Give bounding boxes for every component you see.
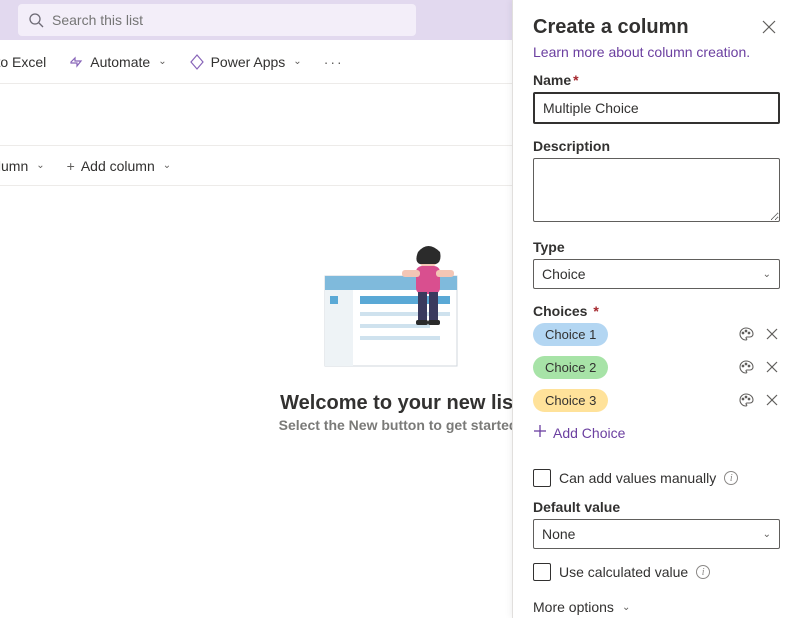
- type-select[interactable]: Choice ⌄: [533, 259, 780, 289]
- more-options-toggle[interactable]: More options ⌄: [533, 599, 630, 615]
- required-indicator: *: [573, 72, 578, 88]
- chevron-down-icon: ⌄: [622, 602, 630, 613]
- description-label: Description: [533, 138, 780, 154]
- palette-icon: [738, 392, 754, 410]
- choice-row: Choice 3: [533, 389, 780, 412]
- choice-remove-button[interactable]: [764, 324, 780, 346]
- empty-state-subtitle: Select the New button to get started.: [279, 417, 522, 433]
- choices-label: Choices *: [533, 303, 780, 319]
- more-options-label: More options: [533, 599, 614, 615]
- search-box[interactable]: [18, 4, 416, 36]
- chevron-down-icon: ⌄: [763, 529, 771, 540]
- add-choice-button[interactable]: Add Choice: [533, 424, 625, 441]
- close-icon: [766, 394, 778, 408]
- choice-row: Choice 2: [533, 356, 780, 379]
- search-input[interactable]: [44, 11, 406, 29]
- default-value-text: None: [542, 526, 575, 542]
- close-icon: [762, 21, 776, 37]
- empty-state-illustration: [320, 246, 480, 376]
- command-label: Automate: [90, 54, 150, 70]
- command-label: rt to Excel: [0, 54, 46, 70]
- close-panel-button[interactable]: [758, 16, 780, 40]
- search-icon: [28, 12, 44, 28]
- choice-chip[interactable]: Choice 2: [533, 356, 608, 379]
- type-label: Type: [533, 239, 780, 255]
- add-choice-label: Add Choice: [553, 425, 625, 441]
- choice-chip[interactable]: Choice 3: [533, 389, 608, 412]
- panel-title: Create a column: [533, 16, 689, 39]
- palette-icon: [738, 326, 754, 344]
- chevron-down-icon: ⌄: [36, 160, 44, 171]
- palette-icon: [738, 359, 754, 377]
- power-apps-button[interactable]: Power Apps ⌄: [187, 50, 304, 74]
- plus-icon: [533, 424, 547, 441]
- automate-button[interactable]: Automate ⌄: [66, 50, 168, 74]
- description-input[interactable]: [533, 158, 780, 222]
- empty-state-title: Welcome to your new list: [280, 392, 520, 415]
- choice-remove-button[interactable]: [764, 390, 780, 412]
- automate-icon: [68, 54, 84, 70]
- default-value-label: Default value: [533, 499, 780, 515]
- choice-color-button[interactable]: [736, 324, 756, 346]
- name-label: Name*: [533, 72, 780, 88]
- chevron-down-icon: ⌄: [763, 269, 771, 280]
- choice-row: Choice 1: [533, 323, 780, 346]
- name-input[interactable]: [533, 92, 780, 124]
- power-apps-icon: [189, 54, 205, 70]
- column-header[interactable]: Column ⌄: [0, 154, 47, 178]
- column-header-label: Column: [0, 158, 28, 174]
- learn-more-link[interactable]: Learn more about column creation.: [533, 44, 750, 60]
- choices-list: Choice 1 Choice 2 Choice 3: [533, 323, 780, 412]
- choice-remove-button[interactable]: [764, 357, 780, 379]
- use-calculated-label: Use calculated value: [559, 564, 688, 580]
- export-excel-button[interactable]: rt to Excel: [0, 50, 48, 74]
- add-column-button[interactable]: + Add column ⌄: [65, 154, 174, 178]
- close-icon: [766, 328, 778, 342]
- info-icon[interactable]: i: [724, 471, 738, 485]
- create-column-panel: Create a column Learn more about column …: [512, 0, 800, 618]
- can-add-values-checkbox[interactable]: [533, 469, 551, 487]
- choice-color-button[interactable]: [736, 357, 756, 379]
- more-commands-button[interactable]: ···: [322, 50, 346, 74]
- use-calculated-checkbox[interactable]: [533, 563, 551, 581]
- required-indicator: *: [593, 303, 598, 319]
- info-icon[interactable]: i: [696, 565, 710, 579]
- add-column-label: Add column: [81, 158, 155, 174]
- chevron-down-icon: ⌄: [158, 56, 166, 67]
- choice-chip[interactable]: Choice 1: [533, 323, 608, 346]
- chevron-down-icon: ⌄: [293, 56, 301, 67]
- close-icon: [766, 361, 778, 375]
- can-add-values-label: Can add values manually: [559, 470, 716, 486]
- chevron-down-icon: ⌄: [163, 160, 171, 171]
- default-value-select[interactable]: None ⌄: [533, 519, 780, 549]
- ellipsis-icon: ···: [324, 54, 344, 70]
- choice-color-button[interactable]: [736, 390, 756, 412]
- type-select-value: Choice: [542, 266, 586, 282]
- plus-icon: +: [67, 158, 75, 174]
- command-label: Power Apps: [211, 54, 286, 70]
